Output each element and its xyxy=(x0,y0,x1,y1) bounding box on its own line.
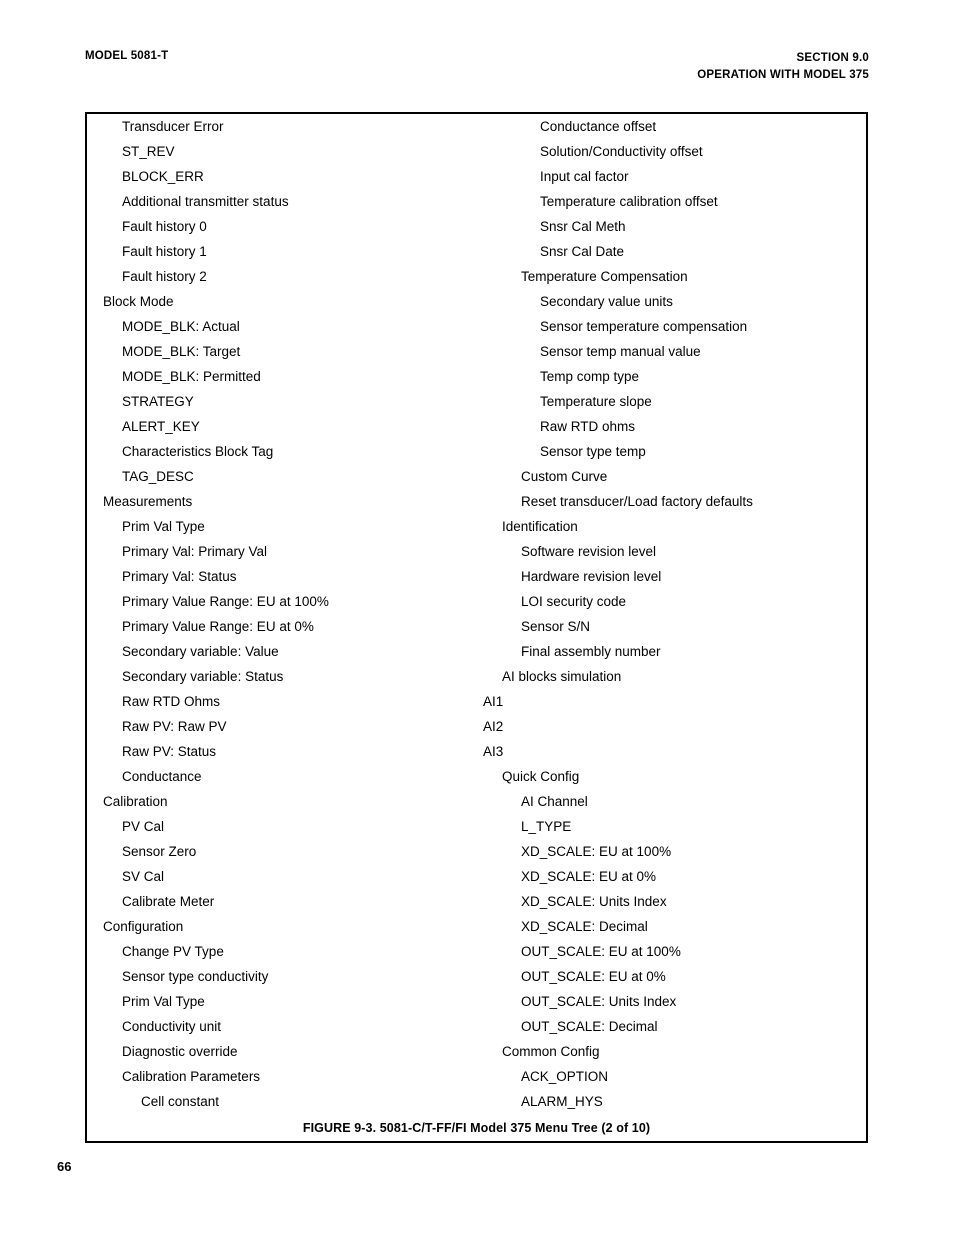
menu-tree-left-column: Transducer Error ST_REV BLOCK_ERR Additiona… xyxy=(103,114,503,1114)
menu-tree-item: AI1 xyxy=(483,694,504,709)
menu-tree-item: PV Cal xyxy=(122,819,165,834)
menu-tree-item: Sensor temperature compensation xyxy=(540,319,748,334)
menu-tree-item: ALERT_KEY xyxy=(122,419,200,434)
menu-tree-columns: Transducer Error ST_REV BLOCK_ERR Additiona… xyxy=(87,114,866,1141)
menu-tree-item: XD_SCALE: EU at 100% xyxy=(521,844,672,859)
menu-tree-item: LOI security code xyxy=(521,594,627,609)
menu-tree-item: SV Cal xyxy=(122,869,165,884)
page-header: MODEL 5081-T SECTION 9.0 OPERATION WITH … xyxy=(85,50,869,94)
menu-tree-item: OUT_SCALE: EU at 100% xyxy=(521,944,681,959)
menu-tree-item: Input cal factor xyxy=(540,169,629,184)
menu-tree-item: Measurements xyxy=(103,494,193,509)
menu-tree-item: Quick Config xyxy=(502,769,580,784)
menu-tree-item: Diagnostic override xyxy=(122,1044,238,1059)
figure-caption: FIGURE 9-3. 5081-C/T-FF/FI Model 375 Men… xyxy=(302,1121,651,1135)
menu-tree-item: Primary Value Range: EU at 100% xyxy=(122,594,329,609)
menu-tree-item: OUT_SCALE: Units Index xyxy=(521,994,677,1009)
menu-tree-item: MODE_BLK: Target xyxy=(122,344,241,359)
menu-tree-item: ST_REV xyxy=(122,144,175,159)
header-section-number: SECTION 9.0 xyxy=(796,52,869,64)
menu-tree-item: Transducer Error xyxy=(122,119,224,134)
menu-tree-item: Final assembly number xyxy=(521,644,661,659)
menu-tree-item: Fault history 2 xyxy=(122,269,207,284)
menu-tree-item: MODE_BLK: Actual xyxy=(122,319,240,334)
menu-tree-item: MODE_BLK: Permitted xyxy=(122,369,261,384)
menu-tree-item: Sensor type temp xyxy=(540,444,646,459)
page-number: 66 xyxy=(57,1159,72,1174)
menu-tree-figure-box: Transducer Error ST_REV BLOCK_ERR Additiona… xyxy=(85,112,868,1143)
menu-tree-item: Primary Val: Primary Val xyxy=(122,544,268,559)
menu-tree-item: Temperature calibration offset xyxy=(540,194,718,209)
menu-tree-item: ACK_OPTION xyxy=(521,1069,609,1084)
menu-tree-item: Block Mode xyxy=(103,294,174,309)
menu-tree-item: OUT_SCALE: EU at 0% xyxy=(521,969,666,984)
menu-tree-item: Calibrate Meter xyxy=(122,894,215,909)
menu-tree-item: Configuration xyxy=(103,919,184,934)
menu-tree-item: Additional transmitter status xyxy=(122,194,289,209)
menu-tree-item: Raw RTD Ohms xyxy=(122,694,221,709)
menu-tree-item: Raw PV: Status xyxy=(122,744,217,759)
menu-tree-item: Snsr Cal Meth xyxy=(540,219,626,234)
menu-tree-item: XD_SCALE: Units Index xyxy=(521,894,667,909)
menu-tree-item: Conductivity unit xyxy=(122,1019,222,1034)
menu-tree-item: Conductance xyxy=(122,769,202,784)
menu-tree-item: XD_SCALE: EU at 0% xyxy=(521,869,657,884)
menu-tree-item: TAG_DESC xyxy=(122,469,194,484)
menu-tree-item: BLOCK_ERR xyxy=(122,169,204,184)
menu-tree-item: Sensor Zero xyxy=(122,844,197,859)
menu-tree-item: AI2 xyxy=(483,719,504,734)
menu-tree-item: ALARM_HYS xyxy=(521,1094,603,1109)
menu-tree-item: Solution/Conductivity offset xyxy=(540,144,703,159)
header-section-block: SECTION 9.0 OPERATION WITH MODEL 375 xyxy=(697,50,869,84)
header-model-label: MODEL 5081-T xyxy=(85,50,169,62)
menu-tree-item: Snsr Cal Date xyxy=(540,244,625,259)
menu-tree-item: Calibration Parameters xyxy=(122,1069,261,1084)
menu-tree-item: Fault history 1 xyxy=(122,244,207,259)
menu-tree-item: Fault history 0 xyxy=(122,219,207,234)
menu-tree-item: Sensor S/N xyxy=(521,619,591,634)
menu-tree-item: L_TYPE xyxy=(521,819,572,834)
menu-tree-item: Temp comp type xyxy=(540,369,640,384)
menu-tree-item: Identification xyxy=(502,519,578,534)
menu-tree-item: AI Channel xyxy=(521,794,588,809)
menu-tree-item: Primary Val: Status xyxy=(122,569,237,584)
menu-tree-item: AI3 xyxy=(483,744,504,759)
menu-tree-item: AI blocks simulation xyxy=(502,669,622,684)
menu-tree-item: Secondary variable: Status xyxy=(122,669,284,684)
menu-tree-item: Sensor temp manual value xyxy=(540,344,701,359)
menu-tree-item: Temperature slope xyxy=(540,394,652,409)
menu-tree-item: Characteristics Block Tag xyxy=(122,444,274,459)
menu-tree-item: Custom Curve xyxy=(521,469,608,484)
header-section-title: OPERATION WITH MODEL 375 xyxy=(697,69,869,81)
menu-tree-item: Sensor type conductivity xyxy=(122,969,269,984)
menu-tree-item: Raw PV: Raw PV xyxy=(122,719,227,734)
menu-tree-item: Prim Val Type xyxy=(122,519,205,534)
menu-tree-item: XD_SCALE: Decimal xyxy=(521,919,648,934)
menu-tree-item: Cell constant xyxy=(141,1094,220,1109)
menu-tree-item: Reset transducer/Load factory defaults xyxy=(521,494,753,509)
menu-tree-item: Common Config xyxy=(502,1044,600,1059)
menu-tree-item: Software revision level xyxy=(521,544,657,559)
menu-tree-item: Secondary variable: Value xyxy=(122,644,279,659)
menu-tree-item: Temperature Compensation xyxy=(521,269,688,284)
menu-tree-right-column: Conductance offset Solution/Conductivity … xyxy=(483,114,863,1114)
menu-tree-item: Calibration xyxy=(103,794,168,809)
menu-tree-item: Primary Value Range: EU at 0% xyxy=(122,619,314,634)
menu-tree-item: Conductance offset xyxy=(540,119,657,134)
menu-tree-item: Change PV Type xyxy=(122,944,224,959)
menu-tree-item: Raw RTD ohms xyxy=(540,419,636,434)
menu-tree-item: Hardware revision level xyxy=(521,569,662,584)
menu-tree-item: STRATEGY xyxy=(122,394,194,409)
menu-tree-item: OUT_SCALE: Decimal xyxy=(521,1019,658,1034)
menu-tree-item: Secondary value units xyxy=(540,294,673,309)
menu-tree-item: Prim Val Type xyxy=(122,994,205,1009)
